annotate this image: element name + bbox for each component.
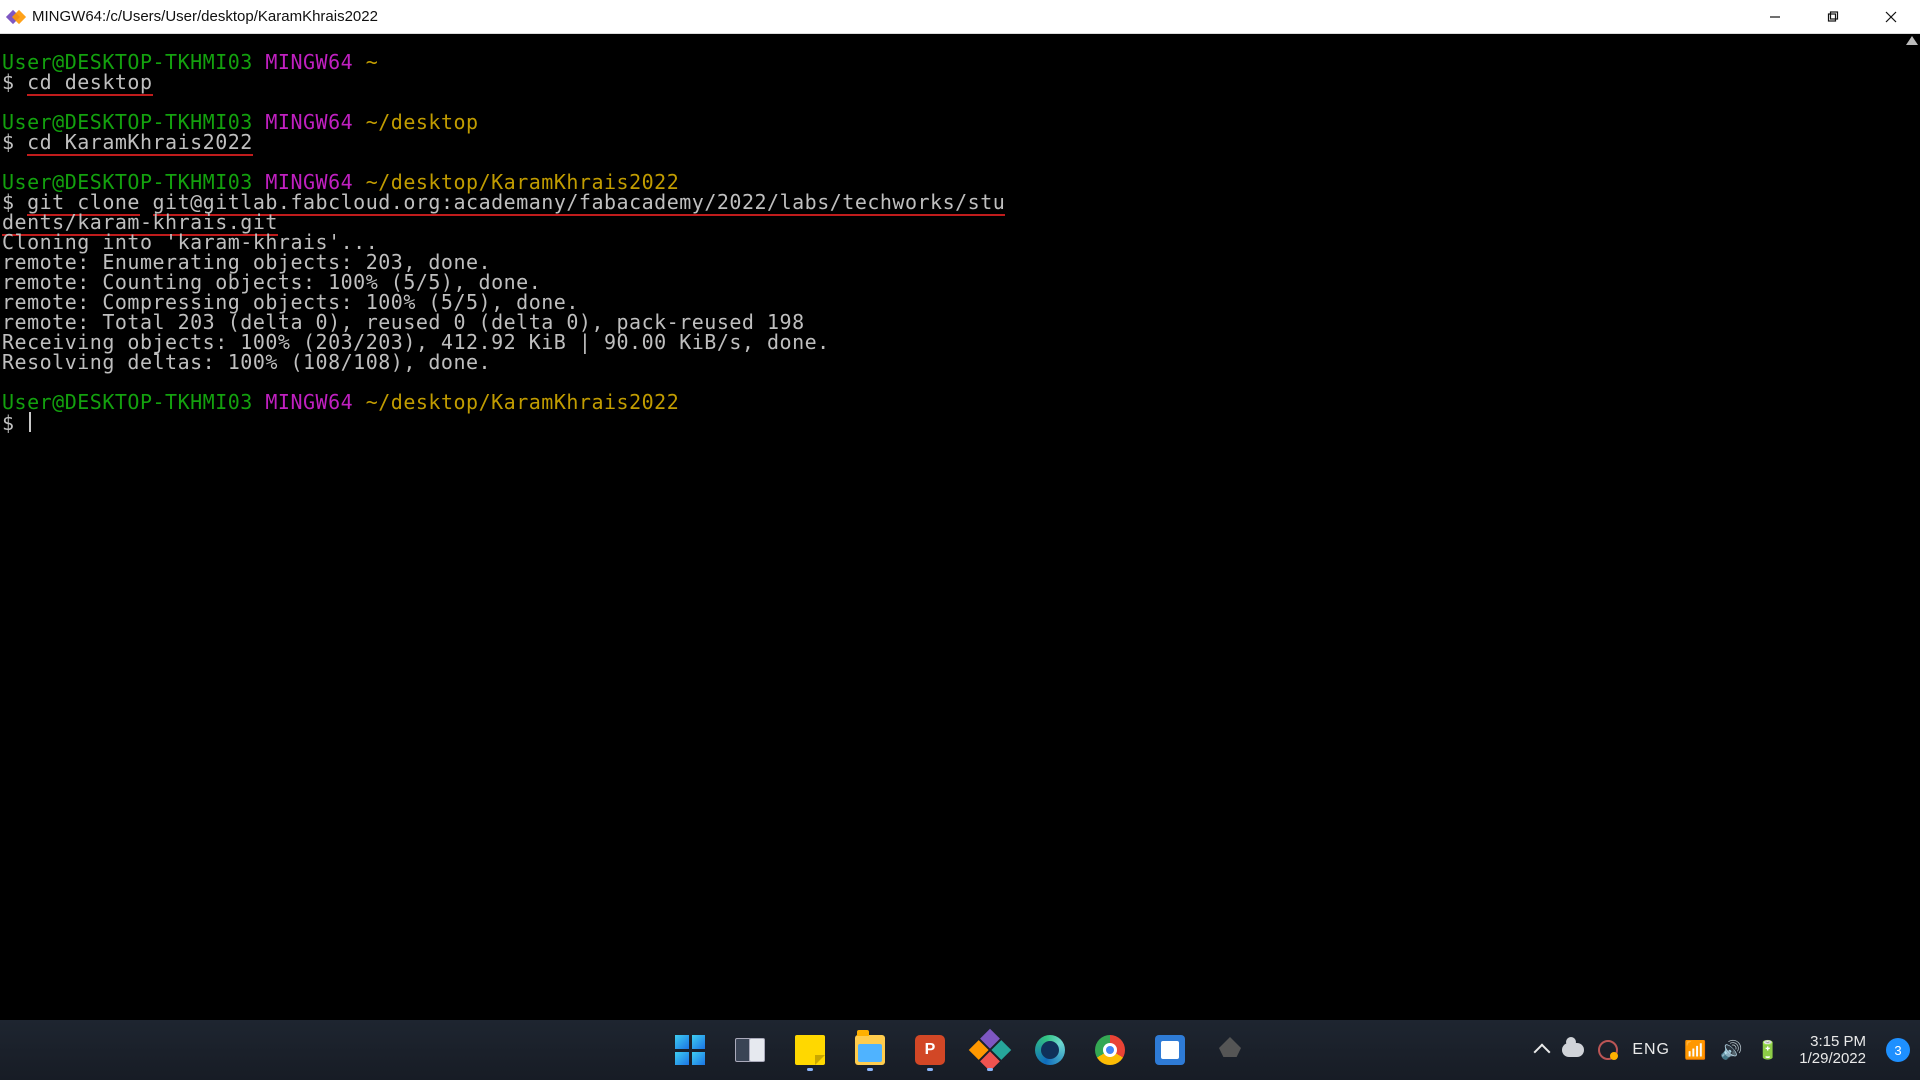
- ps1: $: [2, 70, 27, 94]
- prompt-path: ~/desktop/KaramKhrais2022: [366, 390, 680, 414]
- task-view-icon: [735, 1035, 765, 1065]
- windows-icon: [675, 1035, 705, 1065]
- sticky-notes-app[interactable]: [787, 1027, 833, 1073]
- clock-date: 1/29/2022: [1799, 1050, 1866, 1067]
- tray-overflow-icon[interactable]: [1534, 1044, 1551, 1061]
- notification-badge[interactable]: 3: [1886, 1038, 1910, 1062]
- language-indicator[interactable]: ENG: [1632, 1041, 1670, 1059]
- chrome-icon: [1095, 1035, 1125, 1065]
- edge-app[interactable]: [1027, 1027, 1073, 1073]
- git-url-line1: git@gitlab.fabcloud.org:academany/fabaca…: [153, 190, 1006, 216]
- taskbar-center: P: [667, 1027, 1253, 1073]
- git-icon: [969, 1029, 1011, 1071]
- scrollbar-up-icon[interactable]: [1906, 36, 1918, 45]
- prompt-shell: MINGW64: [265, 110, 353, 134]
- taskbar: P ENG 📶 🔊 🔋 3:15 PM 1/29/202: [0, 1020, 1920, 1080]
- window-controls: [1746, 0, 1920, 34]
- cmd-cd-project: cd KaramKhrais2022: [27, 130, 253, 156]
- file-explorer-app[interactable]: [847, 1027, 893, 1073]
- cursor: [29, 412, 31, 432]
- start-button[interactable]: [667, 1027, 713, 1073]
- terminal[interactable]: User@DESKTOP-TKHMI03 MINGW64 ~ $ cd desk…: [0, 34, 1920, 1020]
- ps1: $: [2, 130, 27, 154]
- inkscape-app[interactable]: [1207, 1027, 1253, 1073]
- folder-icon: [855, 1035, 885, 1065]
- clock[interactable]: 3:15 PM 1/29/2022: [1799, 1033, 1866, 1068]
- cmd-cd-desktop: cd desktop: [27, 70, 152, 96]
- app-icon: [8, 9, 24, 25]
- tray-icons: ENG 📶 🔊 🔋: [1536, 1040, 1779, 1061]
- taskbar-tray: ENG 📶 🔊 🔋 3:15 PM 1/29/2022 3: [1536, 1020, 1910, 1080]
- titlebar: MINGW64:/c/Users/User/desktop/KaramKhrai…: [0, 0, 1920, 34]
- prompt-userhost: User@DESKTOP-TKHMI03: [2, 390, 253, 414]
- prompt-shell: MINGW64: [265, 50, 353, 74]
- minimize-button[interactable]: [1746, 0, 1804, 34]
- task-view-button[interactable]: [727, 1027, 773, 1073]
- close-button[interactable]: [1862, 0, 1920, 34]
- maximize-button[interactable]: [1804, 0, 1862, 34]
- ps1: $: [2, 411, 27, 435]
- news-icon[interactable]: [1598, 1040, 1618, 1060]
- volume-icon[interactable]: 🔊: [1720, 1040, 1742, 1061]
- chrome-app[interactable]: [1087, 1027, 1133, 1073]
- git-bash-app[interactable]: [967, 1027, 1013, 1073]
- wifi-icon[interactable]: 📶: [1684, 1040, 1706, 1061]
- edge-icon: [1035, 1035, 1065, 1065]
- powerpoint-icon: P: [915, 1035, 945, 1065]
- prompt-shell: MINGW64: [265, 390, 353, 414]
- prompt-path: ~/desktop: [366, 110, 479, 134]
- powerpoint-app[interactable]: P: [907, 1027, 953, 1073]
- clock-time: 3:15 PM: [1799, 1033, 1866, 1050]
- onedrive-icon[interactable]: [1562, 1043, 1584, 1057]
- titlebar-left: MINGW64:/c/Users/User/desktop/KaramKhrai…: [8, 8, 378, 25]
- sticky-notes-icon: [795, 1035, 825, 1065]
- window-title: MINGW64:/c/Users/User/desktop/KaramKhrai…: [32, 8, 378, 25]
- inkscape-icon: [1215, 1035, 1245, 1065]
- brackets-app[interactable]: [1147, 1027, 1193, 1073]
- prompt-path: ~: [366, 50, 379, 74]
- output-line: Resolving deltas: 100% (108/108), done.: [2, 350, 491, 374]
- battery-icon[interactable]: 🔋: [1757, 1040, 1779, 1061]
- brackets-icon: [1155, 1035, 1185, 1065]
